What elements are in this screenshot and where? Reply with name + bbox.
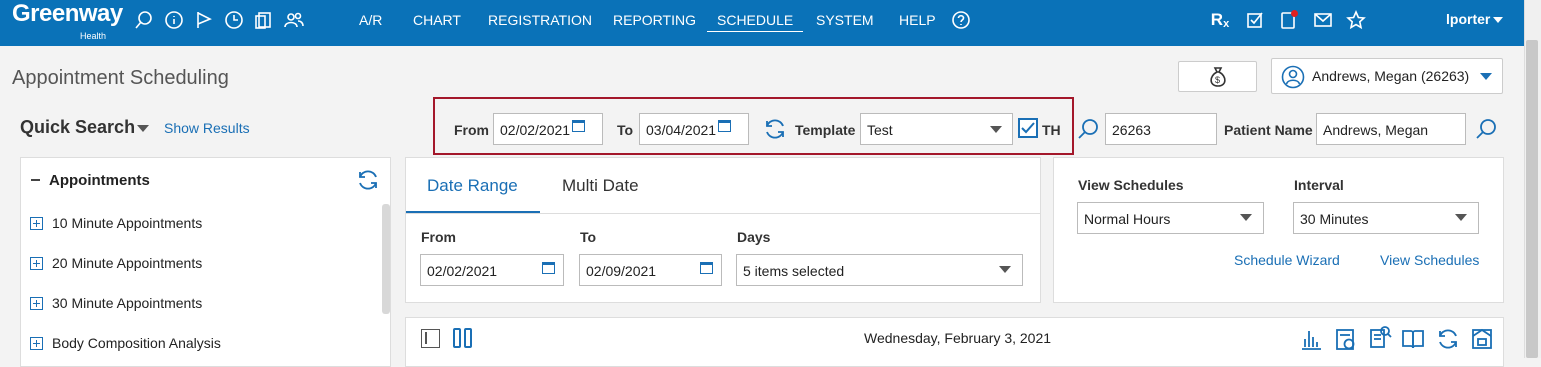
template-label: Template xyxy=(795,122,856,138)
list-item-label: 10 Minute Appointments xyxy=(52,215,203,231)
list-item-label: Body Composition Analysis xyxy=(52,335,221,351)
patient-id-search-icon[interactable] xyxy=(1076,117,1100,141)
range-from-label: From xyxy=(421,229,456,245)
quick-search-title[interactable]: Quick Search xyxy=(20,117,135,138)
schedule-clock-icon[interactable] xyxy=(1334,327,1358,351)
expand-icon[interactable] xyxy=(30,296,43,310)
patient-id-input[interactable]: 26263 xyxy=(1105,113,1217,145)
days-label: Days xyxy=(737,229,771,245)
search-icon[interactable] xyxy=(133,9,155,31)
patient-avatar-icon xyxy=(1281,65,1305,89)
nav-reporting[interactable]: REPORTING xyxy=(613,12,696,32)
appointments-refresh-icon[interactable] xyxy=(356,168,380,192)
patient-selector-name: Andrews, Megan (26263) xyxy=(1312,68,1470,84)
logo-sub: Health xyxy=(80,31,107,41)
interval-caret-icon xyxy=(1455,214,1467,221)
print-preview-icon[interactable] xyxy=(1470,327,1494,351)
quick-search-caret-icon[interactable] xyxy=(137,125,149,132)
th-checkbox[interactable] xyxy=(1018,118,1038,138)
expand-icon[interactable] xyxy=(30,216,43,230)
checkmark-icon xyxy=(1021,122,1035,134)
template-select-caret-icon xyxy=(990,126,1002,133)
nav-ar[interactable]: A/R xyxy=(359,12,382,32)
tab-multi-date[interactable]: Multi Date xyxy=(562,176,639,196)
patient-selector-caret-icon xyxy=(1480,73,1492,80)
range-to-calendar-icon[interactable] xyxy=(700,262,713,274)
split-columns-icon[interactable] xyxy=(453,328,473,349)
toolbar-refresh-icon[interactable] xyxy=(1436,327,1460,351)
logo-text: Greenway xyxy=(12,0,123,27)
documents-icon[interactable] xyxy=(253,9,275,31)
show-results-link[interactable]: Show Results xyxy=(164,120,250,136)
people-icon[interactable] xyxy=(283,9,305,31)
help-icon[interactable] xyxy=(950,9,972,31)
greenway-logo[interactable]: Greenway Health xyxy=(12,0,123,42)
page-title: Appointment Scheduling xyxy=(12,67,229,89)
tab-divider xyxy=(406,213,1040,214)
nav-schedule[interactable]: SCHEDULE xyxy=(707,12,804,32)
info-icon[interactable] xyxy=(163,9,185,31)
patient-selector[interactable]: Andrews, Megan (26263) xyxy=(1271,58,1503,94)
user-menu[interactable]: lporter xyxy=(1446,11,1490,27)
money-bag-icon: $ xyxy=(1209,66,1226,87)
svg-text:$: $ xyxy=(1215,75,1220,85)
list-item-label: 30 Minute Appointments xyxy=(52,295,203,311)
view-schedules-select[interactable]: Normal Hours xyxy=(1077,202,1264,234)
top-nav-bar: Greenway Health A/R CHART REGISTRATION R… xyxy=(0,0,1524,46)
expand-icon[interactable] xyxy=(30,256,43,270)
task-check-icon[interactable] xyxy=(1244,9,1266,31)
interval-select[interactable]: 30 Minutes xyxy=(1293,202,1479,234)
days-select[interactable]: 5 items selected xyxy=(736,254,1023,286)
expand-icon[interactable] xyxy=(30,336,43,350)
money-bag-button[interactable]: $ xyxy=(1178,61,1257,92)
tab-date-range[interactable]: Date Range xyxy=(427,176,518,196)
refresh-icon[interactable] xyxy=(763,117,787,141)
bar-chart-icon[interactable] xyxy=(1299,327,1323,351)
star-icon[interactable] xyxy=(1345,9,1367,31)
patient-name-search-icon[interactable] xyxy=(1474,117,1498,141)
book-icon[interactable] xyxy=(1401,327,1425,351)
patient-name-label: Patient Name xyxy=(1224,122,1313,138)
template-to-calendar-icon[interactable] xyxy=(718,120,731,132)
schedule-date: Wednesday, February 3, 2021 xyxy=(864,330,1052,346)
appointments-scrollbar[interactable] xyxy=(382,204,390,314)
appointments-title[interactable]: Appointments xyxy=(49,172,150,189)
days-select-caret-icon xyxy=(999,266,1011,273)
collapse-icon[interactable] xyxy=(31,179,40,181)
list-item[interactable]: Body Composition Analysis xyxy=(30,335,221,351)
flag-icon[interactable] xyxy=(193,9,215,31)
mail-icon[interactable] xyxy=(1312,9,1334,31)
template-from-label: From xyxy=(454,122,489,138)
nav-help[interactable]: HELP xyxy=(899,12,936,32)
interval-label: Interval xyxy=(1294,177,1344,193)
patient-name-input[interactable]: Andrews, Megan xyxy=(1316,113,1466,145)
list-item[interactable]: 10 Minute Appointments xyxy=(30,215,202,231)
view-schedules-label: View Schedules xyxy=(1078,177,1184,193)
nav-chart[interactable]: CHART xyxy=(413,12,461,32)
template-from-calendar-icon[interactable] xyxy=(572,120,585,132)
single-column-icon[interactable] xyxy=(421,329,440,348)
nav-system[interactable]: SYSTEM xyxy=(816,12,874,32)
th-label: TH xyxy=(1042,122,1061,138)
list-item[interactable]: 30 Minute Appointments xyxy=(30,295,202,311)
view-schedules-caret-icon xyxy=(1240,214,1252,221)
notification-doc-icon[interactable] xyxy=(1277,9,1299,31)
template-to-input[interactable]: 03/04/2021 xyxy=(639,113,749,145)
list-item[interactable]: 20 Minute Appointments xyxy=(30,255,202,271)
range-from-calendar-icon[interactable] xyxy=(542,262,555,274)
range-to-label: To xyxy=(580,229,597,245)
page-scrollbar-thumb[interactable] xyxy=(1526,40,1538,358)
template-from-input[interactable]: 02/02/2021 xyxy=(493,113,603,145)
schedule-wizard-link[interactable]: Schedule Wizard xyxy=(1234,252,1340,268)
document-search-icon[interactable] xyxy=(1368,325,1392,349)
user-caret-icon[interactable] xyxy=(1493,17,1503,23)
list-item-label: 20 Minute Appointments xyxy=(52,255,203,271)
template-to-label: To xyxy=(617,122,634,138)
nav-registration[interactable]: REGISTRATION xyxy=(488,12,592,32)
clock-icon[interactable] xyxy=(223,9,245,31)
view-schedules-link[interactable]: View Schedules xyxy=(1380,252,1479,268)
prescription-icon[interactable]: Rx xyxy=(1209,9,1231,31)
